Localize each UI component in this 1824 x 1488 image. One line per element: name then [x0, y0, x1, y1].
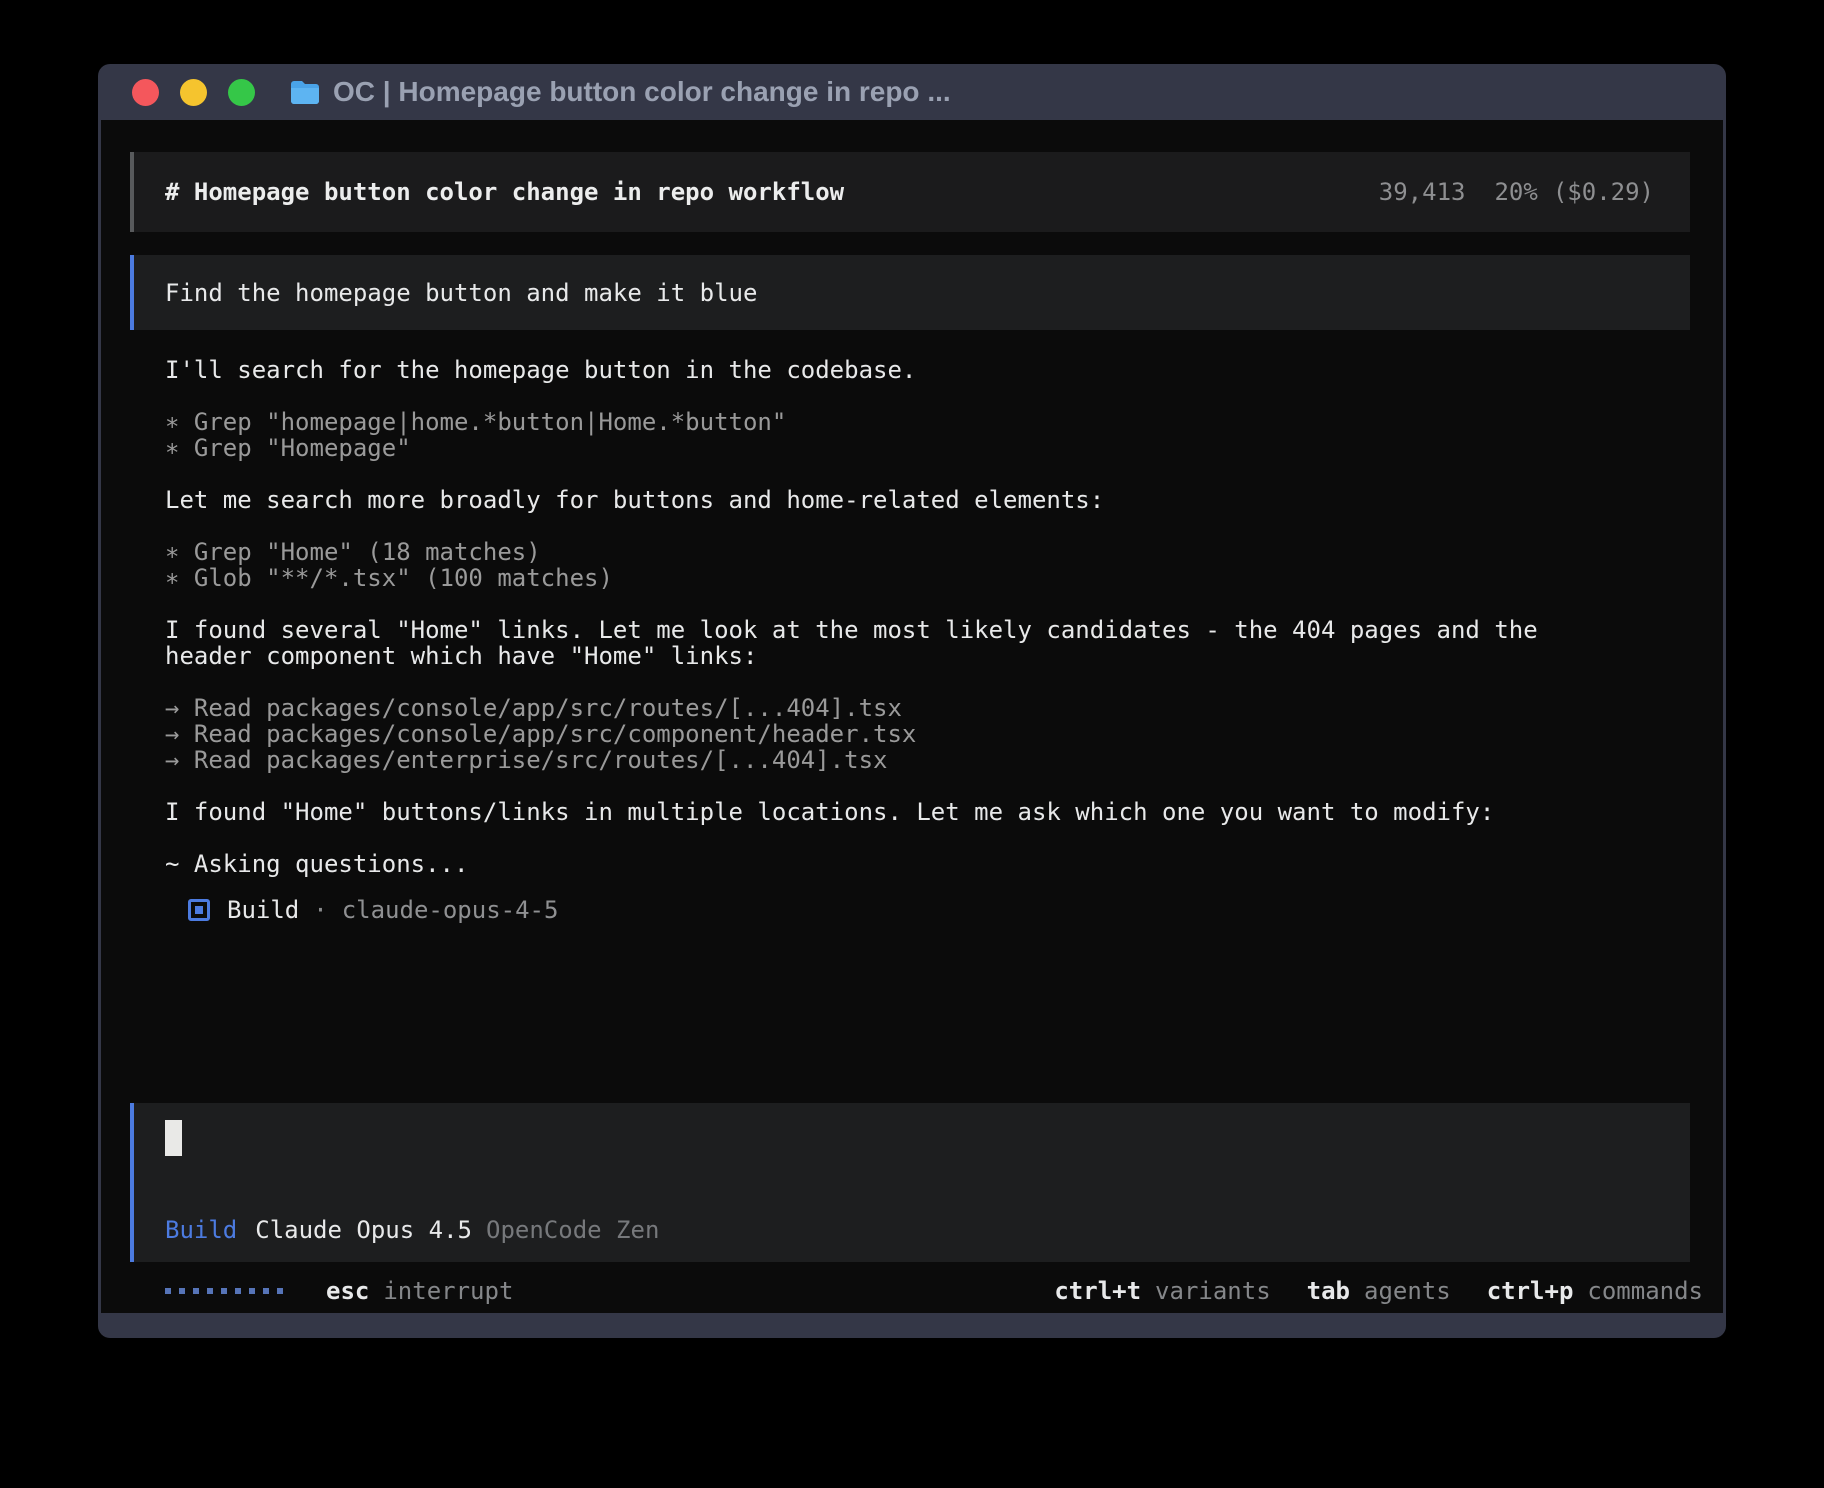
working-spinner	[130, 1288, 283, 1294]
transcript-line: header component which have "Home" links…	[165, 643, 1690, 669]
provider-label: OpenCode Zen	[486, 1217, 659, 1243]
session-header: # Homepage button color change in repo w…	[130, 152, 1690, 232]
transcript-line	[165, 591, 1690, 617]
transcript-line: ∗ Glob "**/*.tsx" (100 matches)	[165, 565, 1690, 591]
variants-label: variants	[1155, 1278, 1271, 1304]
transcript-spacer	[101, 923, 1723, 1103]
agent-build-icon	[188, 899, 210, 921]
transcript-line	[165, 669, 1690, 695]
shortcut-agents: tab agents	[1307, 1278, 1451, 1304]
text-cursor	[165, 1120, 182, 1156]
ctrl-p-key-hint: ctrl+p	[1487, 1278, 1574, 1304]
user-message: Find the homepage button and make it blu…	[130, 255, 1690, 330]
spinner-dot	[221, 1288, 227, 1294]
tab-key-hint: tab	[1307, 1278, 1350, 1304]
model-label[interactable]: Claude Opus 4.5	[255, 1217, 472, 1243]
agent-name: Build	[227, 897, 299, 923]
transcript-line: Let me search more broadly for buttons a…	[165, 487, 1690, 513]
transcript-line	[165, 383, 1690, 409]
transcript-line: I'll search for the homepage button in t…	[165, 357, 1690, 383]
titlebar[interactable]: OC | Homepage button color change in rep…	[98, 64, 1726, 120]
transcript-line	[165, 773, 1690, 799]
transcript-line	[165, 513, 1690, 539]
input-status-line: Build Claude Opus 4.5 OpenCode Zen	[165, 1217, 1660, 1243]
transcript-line: → Read packages/enterprise/src/routes/[.…	[165, 747, 1690, 773]
token-count: 39,413	[1379, 179, 1466, 205]
transcript-line: I found several "Home" links. Let me loo…	[165, 617, 1690, 643]
traffic-lights	[132, 79, 255, 106]
zoom-button[interactable]	[228, 79, 255, 106]
terminal-window: OC | Homepage button color change in rep…	[98, 64, 1726, 1338]
shortcut-commands: ctrl+p commands	[1487, 1278, 1703, 1304]
agents-label: agents	[1364, 1278, 1451, 1304]
prompt-input[interactable]: Build Claude Opus 4.5 OpenCode Zen	[130, 1103, 1690, 1262]
transcript: I'll search for the homepage button in t…	[130, 357, 1690, 877]
esc-key-hint: esc	[326, 1278, 369, 1304]
status-bar: esc interrupt ctrl+t variants tab agents…	[130, 1278, 1703, 1304]
window-bottom-edge	[98, 1313, 1726, 1338]
shortcut-hints: ctrl+t variants tab agents ctrl+p comman…	[1054, 1278, 1703, 1304]
ctrl-t-key-hint: ctrl+t	[1054, 1278, 1141, 1304]
folder-icon	[290, 80, 320, 105]
transcript-line: → Read packages/console/app/src/routes/[…	[165, 695, 1690, 721]
transcript-line: I found "Home" buttons/links in multiple…	[165, 799, 1690, 825]
terminal-content: # Homepage button color change in repo w…	[101, 120, 1723, 1313]
transcript-line	[165, 461, 1690, 487]
spinner-dot	[235, 1288, 241, 1294]
transcript-line: ∗ Grep "homepage|home.*button|Home.*butt…	[165, 409, 1690, 435]
close-button[interactable]	[132, 79, 159, 106]
agent-separator: ·	[313, 897, 327, 923]
spinner-dot	[207, 1288, 213, 1294]
spinner-dot	[193, 1288, 199, 1294]
session-title: # Homepage button color change in repo w…	[165, 179, 844, 205]
transcript-line: ∗ Grep "Home" (18 matches)	[165, 539, 1690, 565]
transcript-line: ∗ Grep "Homepage"	[165, 435, 1690, 461]
transcript-line	[165, 825, 1690, 851]
commands-label: commands	[1587, 1278, 1703, 1304]
session-cost: ($0.29)	[1553, 179, 1654, 205]
spinner-dot	[277, 1288, 283, 1294]
mode-label[interactable]: Build	[165, 1217, 237, 1243]
spinner-dot	[179, 1288, 185, 1294]
minimize-button[interactable]	[180, 79, 207, 106]
spinner-dot	[249, 1288, 255, 1294]
interrupt-label: interrupt	[383, 1278, 513, 1304]
spinner-dot	[263, 1288, 269, 1294]
spinner-dot	[165, 1288, 171, 1294]
user-message-text: Find the homepage button and make it blu…	[165, 280, 757, 306]
transcript-line: → Read packages/console/app/src/componen…	[165, 721, 1690, 747]
agent-status-row: Build · claude-opus-4-5	[130, 897, 1690, 923]
agent-model: claude-opus-4-5	[342, 897, 559, 923]
titlebar-title-group: OC | Homepage button color change in rep…	[290, 76, 951, 108]
transcript-line: ~ Asking questions...	[165, 851, 1690, 877]
context-percent: 20%	[1494, 179, 1537, 205]
shortcut-variants: ctrl+t variants	[1054, 1278, 1270, 1304]
session-stats: 39,413 20% ($0.29)	[1379, 179, 1654, 205]
window-title: OC | Homepage button color change in rep…	[333, 76, 951, 108]
